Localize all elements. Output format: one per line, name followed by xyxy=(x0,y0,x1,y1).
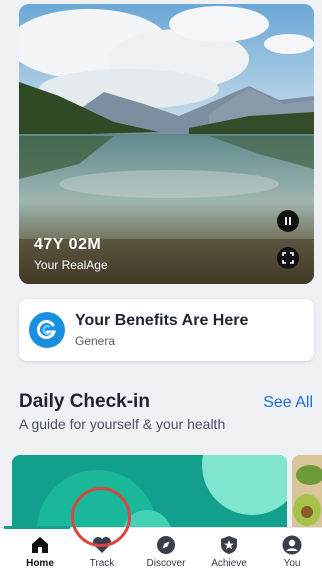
benefits-card[interactable]: Your Benefits Are Here Genera xyxy=(19,299,314,361)
tab-home[interactable]: Home xyxy=(10,534,70,569)
shield-star-icon xyxy=(221,536,237,554)
tab-track[interactable]: Track xyxy=(72,534,132,569)
pause-button[interactable] xyxy=(277,210,299,232)
person-icon xyxy=(282,535,302,555)
checkin-card-art xyxy=(37,455,287,535)
tab-label-achieve: Achieve xyxy=(211,558,247,569)
genera-logo xyxy=(29,312,65,348)
home-screen: 47Y 02M Your RealAge Your Benefits Are H… xyxy=(0,0,322,573)
realage-label: Your RealAge xyxy=(34,258,108,272)
active-tab-indicator xyxy=(4,526,70,529)
bottom-tab-bar: Home Track Discover Achieve You xyxy=(0,526,322,573)
checkin-card-next[interactable] xyxy=(292,455,322,535)
fullscreen-icon xyxy=(282,252,294,264)
see-all-link[interactable]: See All xyxy=(263,394,313,412)
benefits-subtitle: Genera xyxy=(75,334,116,348)
realage-value: 47Y 02M xyxy=(34,236,102,253)
fullscreen-button[interactable] xyxy=(277,247,299,269)
pause-icon xyxy=(285,217,291,225)
tab-label-you: You xyxy=(283,558,301,569)
tab-label-discover: Discover xyxy=(146,558,186,569)
tab-you[interactable]: You xyxy=(262,534,322,569)
daily-checkin-subtitle: A guide for yourself & your health xyxy=(19,416,226,432)
home-icon xyxy=(32,537,48,553)
avocado-image xyxy=(292,455,322,535)
tab-label-track: Track xyxy=(89,558,115,569)
daily-checkin-title: Daily Check-in xyxy=(19,391,150,412)
benefits-title: Your Benefits Are Here xyxy=(75,312,249,329)
realage-hero-card[interactable]: 47Y 02M Your RealAge xyxy=(19,4,314,284)
checkin-card[interactable] xyxy=(12,455,287,535)
heart-icon xyxy=(93,537,111,553)
tab-achieve[interactable]: Achieve xyxy=(199,534,259,569)
tab-label-home: Home xyxy=(26,558,54,569)
genera-logo-icon xyxy=(36,320,57,339)
tab-discover[interactable]: Discover xyxy=(136,534,196,569)
compass-icon xyxy=(157,536,175,554)
